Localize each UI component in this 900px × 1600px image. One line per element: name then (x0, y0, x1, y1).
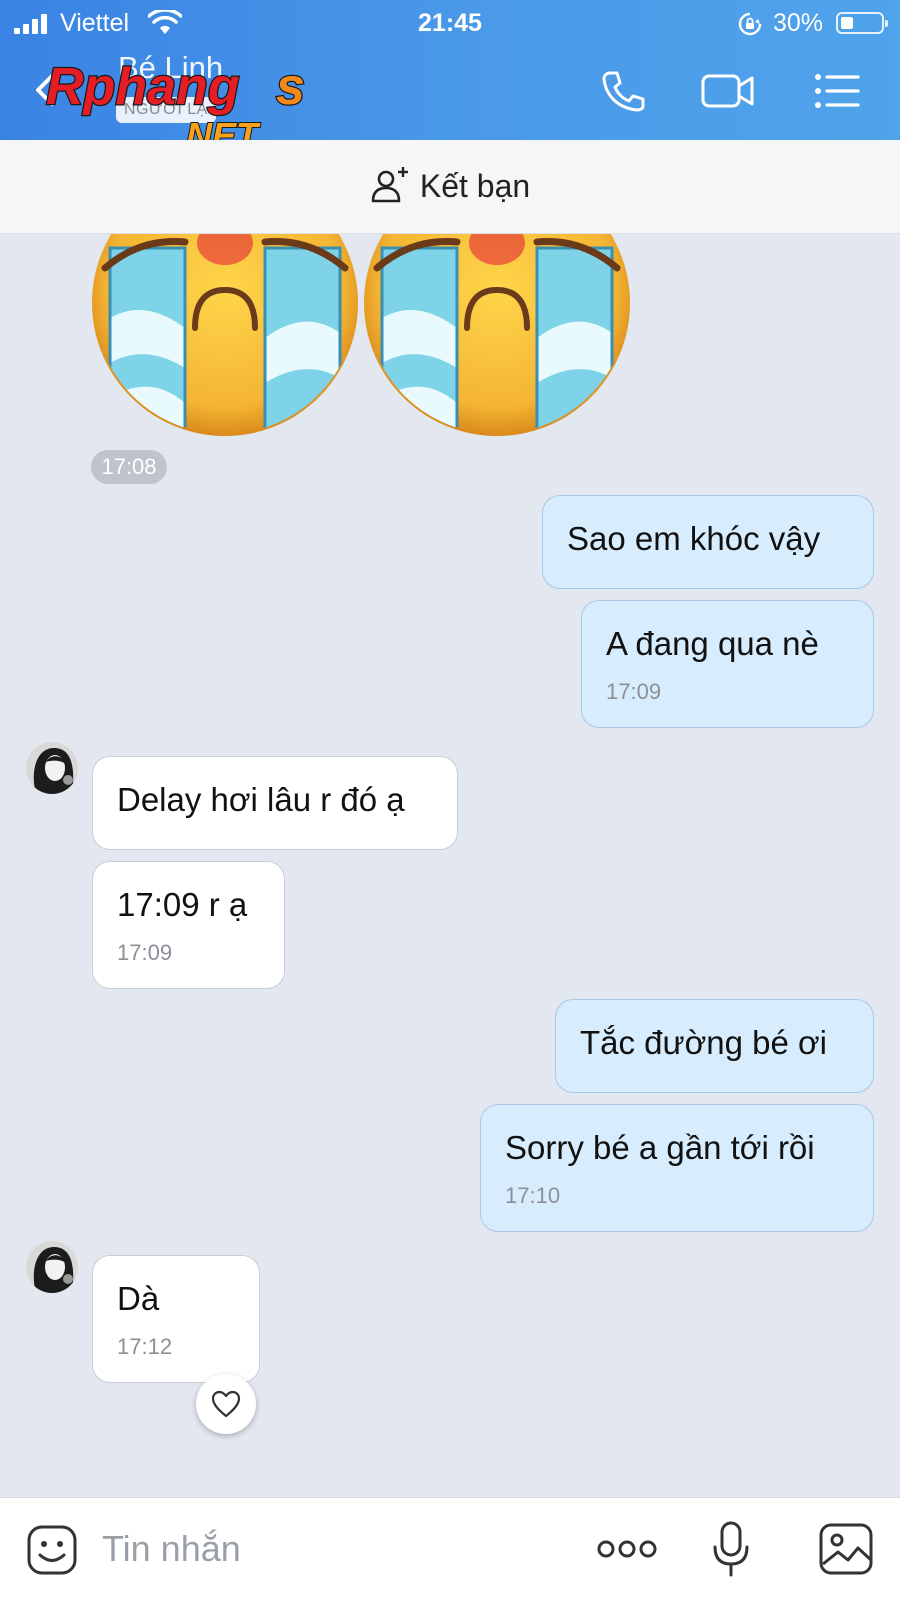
phone-icon[interactable] (598, 68, 648, 114)
message-text: Dà (117, 1280, 160, 1317)
heart-icon (211, 1390, 241, 1418)
message-time: 17:10 (505, 1183, 561, 1208)
message-bubble-received[interactable]: Delay hơi lâu r đó ạ (92, 756, 458, 850)
chat-header: Viettel 21:45 30% Bé Linh NGƯỜI LẠ Rphan… (0, 0, 900, 157)
message-text: 17:09 r ạ (117, 886, 248, 923)
message-text: A đang qua nè (606, 625, 819, 662)
crying-face-sticker (92, 234, 358, 436)
avatar-image (26, 742, 78, 794)
battery-icon (836, 12, 888, 34)
sticker-timestamp: 17:08 (91, 450, 167, 484)
message-time: 17:12 (117, 1334, 173, 1359)
video-call-icon[interactable] (700, 68, 756, 114)
message-bubble-sent[interactable]: A đang qua nè 17:09 (581, 600, 874, 728)
svg-text:s: s (276, 58, 305, 116)
add-friend-button[interactable]: Kết bạn (0, 140, 900, 234)
message-text: Sao em khóc vậy (567, 520, 821, 557)
message-bubble-received[interactable]: 17:09 r ạ 17:09 (92, 861, 285, 989)
avatar[interactable] (26, 742, 78, 794)
message-bubble-sent[interactable]: Tắc đường bé ơi (555, 999, 874, 1093)
message-bubble-sent[interactable]: Sorry bé a gần tới rồi 17:10 (480, 1104, 874, 1232)
message-bubble-received[interactable]: Dà 17:12 (92, 1255, 260, 1383)
add-friend-icon (371, 166, 408, 202)
menu-list-icon[interactable] (812, 68, 862, 114)
message-input[interactable] (102, 1524, 552, 1574)
message-bubble-sent[interactable]: Sao em khóc vậy (542, 495, 874, 589)
microphone-icon[interactable] (712, 1520, 750, 1578)
image-icon[interactable] (818, 1522, 874, 1576)
stranger-badge: NGƯỜI LẠ (116, 97, 216, 123)
status-bar: Viettel 21:45 30% (0, 0, 900, 46)
avatar[interactable] (26, 1241, 78, 1293)
message-text: Sorry bé a gần tới rồi (505, 1129, 815, 1166)
battery-percent: 30% (773, 9, 824, 37)
contact-name[interactable]: Bé Linh (118, 50, 223, 86)
emoji-icon[interactable] (26, 1524, 78, 1576)
message-time: 17:09 (606, 679, 662, 704)
clock: 21:45 (418, 9, 482, 37)
add-friend-label: Kết bạn (419, 168, 531, 204)
message-input-bar (0, 1497, 900, 1600)
message-time: 17:09 (117, 940, 173, 965)
crying-face-sticker (364, 234, 630, 436)
avatar-image (26, 1241, 78, 1293)
rotation-lock-icon (738, 12, 762, 36)
more-icon[interactable] (596, 1534, 658, 1564)
chat-messages[interactable]: 17:08 Sao em khóc vậy A đang qua nè 17:0… (0, 234, 900, 1497)
message-text: Delay hơi lâu r đó ạ (117, 781, 405, 818)
back-arrow-icon[interactable] (30, 70, 60, 110)
message-text: Tắc đường bé ơi (580, 1024, 827, 1061)
react-heart-button[interactable] (196, 1374, 256, 1434)
